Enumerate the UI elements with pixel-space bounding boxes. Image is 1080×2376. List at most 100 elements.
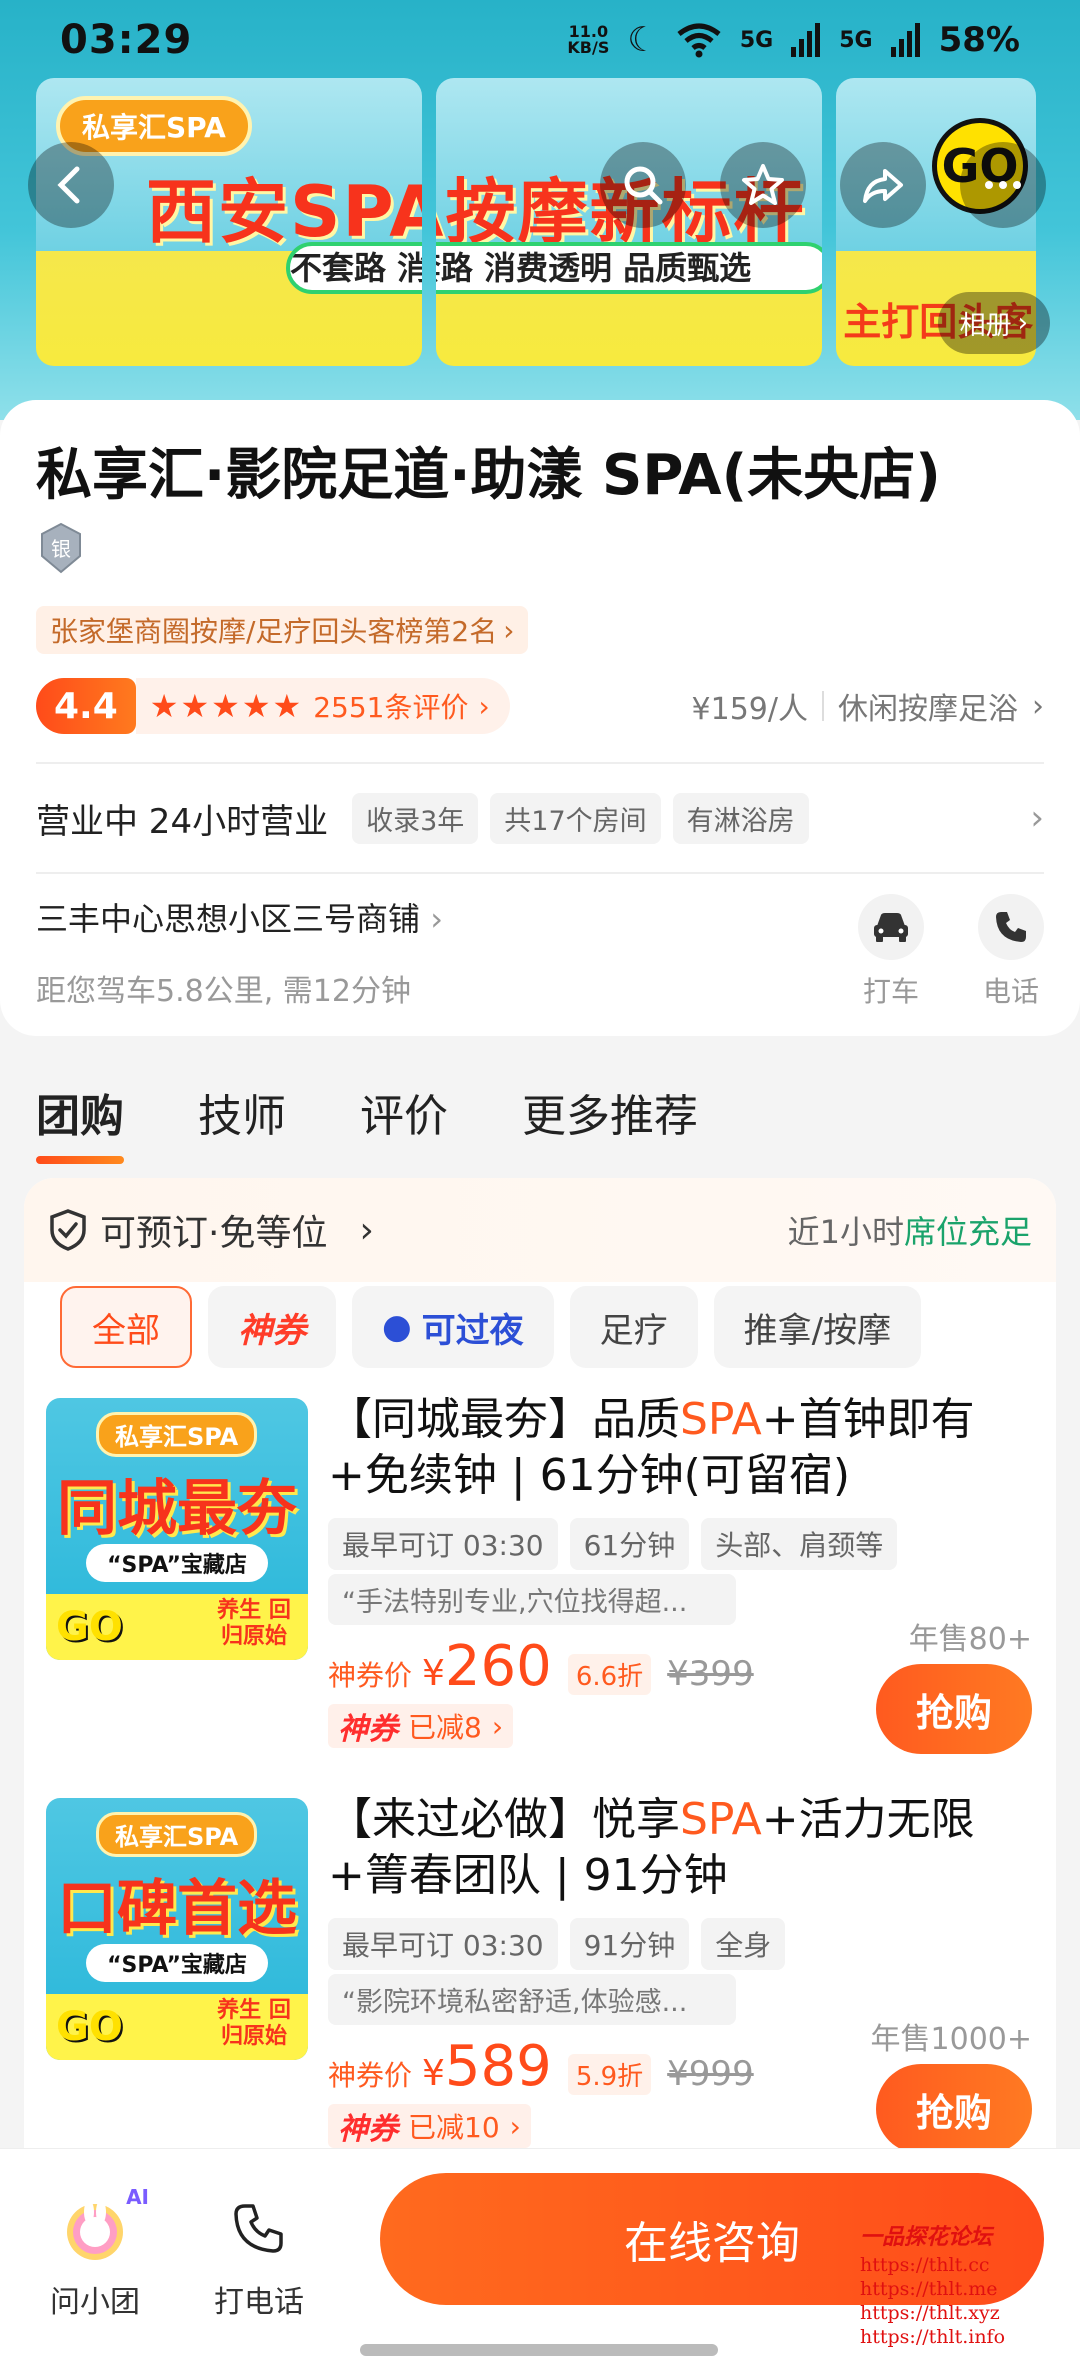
seat-availability: 近1小时席位充足 <box>787 1213 1032 1251</box>
deal-thumbnail: 私享汇SPA 同城最夯 “SPA”宝藏店 GO 养生 回归原始 <box>46 1398 308 1660</box>
buy-button[interactable]: 抢购 <box>876 2064 1032 2154</box>
business-hours-row[interactable]: 营业中 24小时营业 收录3年 共17个房间 有淋浴房 › <box>36 790 1044 846</box>
deal-title: 【同城最夯】品质SPA+首钟即有+免续钟 | 61分钟(可留宿) <box>328 1394 975 1501</box>
deal-item[interactable]: 私享汇SPA 口碑首选 “SPA”宝藏店 GO 养生 回归原始 【来过必做】悦享… <box>24 1794 1056 2178</box>
shop-address[interactable]: 三丰中心思想小区三号商铺 › <box>36 894 443 940</box>
tab-reviews[interactable]: 评价 <box>360 1080 448 1144</box>
wifi-icon <box>677 23 721 58</box>
album-label: 相册 <box>959 310 1012 341</box>
annual-sales: 年售80+ <box>908 1622 1032 1657</box>
rank-text: 张家堡商圈按摩/足疗回头客榜第2名 <box>50 615 498 648</box>
section-tabs: 团购 技师 评价 更多推荐 <box>36 1080 698 1164</box>
filter-coupon[interactable]: 神券 <box>208 1286 336 1368</box>
star-outline-icon <box>742 164 784 205</box>
divider <box>36 762 1044 764</box>
more-button[interactable] <box>960 142 1046 228</box>
silver-level-badge-icon: 银 <box>41 522 81 574</box>
deal-tag: 最早可订 03:30 <box>328 1918 558 1970</box>
tab-group-buy[interactable]: 团购 <box>36 1080 124 1164</box>
signal-5g-1: 5G <box>739 27 774 53</box>
status-time: 03:29 <box>60 17 193 63</box>
shop-title: 私享汇·影院足道·助漾 SPA(未央店) <box>36 443 941 508</box>
carousel-photo-1[interactable]: 私享汇SPA 西安SPA按摩新标杆 不套路 消费透明 品质甄选 <box>36 78 422 366</box>
level-badge-text: 银 <box>51 537 71 561</box>
review-count: 2551条评价 <box>313 691 469 724</box>
phone-label: 电话 <box>982 975 1039 1008</box>
search-icon <box>624 166 663 205</box>
star-rating-icon: ★★★★★ <box>149 687 304 725</box>
share-button[interactable] <box>840 142 926 228</box>
filter-overnight[interactable]: ● 可过夜 <box>352 1286 554 1368</box>
deal-filters: 全部 神券 ● 可过夜 足疗 推拿/按摩 <box>60 1286 922 1368</box>
tab-more-recommendations[interactable]: 更多推荐 <box>522 1080 698 1144</box>
moon-icon: ● <box>382 1307 412 1347</box>
thumb-go: GO <box>56 2004 123 2050</box>
thumb-slogan: 养生 回归原始 <box>217 1998 291 2049</box>
deal-price: 神券价 ¥260 6.6折 ¥399 <box>328 1634 754 1699</box>
chevron-right-icon: › <box>1017 308 1028 338</box>
shop-tag: 收录3年 <box>352 792 479 844</box>
filter-massage[interactable]: 推拿/按摩 <box>713 1286 922 1368</box>
shop-category: 休闲按摩足浴 <box>838 692 1018 727</box>
status-bar: 03:29 11.0 KB/S ☾ 5G 5G 58% <box>0 0 1080 80</box>
reserve-text: 可预订·免等位 <box>100 1213 328 1254</box>
thumb-slogan: 养生 回归原始 <box>217 1598 291 1649</box>
shield-check-icon <box>50 1209 86 1251</box>
chevron-left-icon <box>57 166 80 204</box>
shop-info-card: 私享汇·影院足道·助漾 SPA(未央店) 银 张家堡商圈按摩/足疗回头客榜第2名… <box>0 400 1080 1036</box>
chevron-right-icon: › <box>430 900 443 938</box>
filter-foot-massage[interactable]: 足疗 <box>569 1286 698 1368</box>
filter-all[interactable]: 全部 <box>60 1286 192 1368</box>
address-text: 三丰中心思想小区三号商铺 <box>36 900 421 938</box>
buy-button[interactable]: 抢购 <box>876 1664 1032 1754</box>
deal-tags: 最早可订 03:30 61分钟 头部、肩颈等 <box>328 1518 898 1570</box>
album-button[interactable]: 相册 › <box>937 292 1050 354</box>
deal-item[interactable]: 私享汇SPA 同城最夯 “SPA”宝藏店 GO 养生 回归原始 【同城最夯】品质… <box>24 1394 1056 1778</box>
favorite-button[interactable] <box>720 142 806 228</box>
banner-pill: 不套路 消费透明 品质甄选 <box>286 242 422 294</box>
taxi-label: 打车 <box>862 975 919 1008</box>
deal-tags: 最早可订 03:30 91分钟 全身 <box>328 1918 786 1970</box>
share-icon <box>863 169 903 203</box>
call-button[interactable]: 打电话 <box>214 2189 304 2321</box>
thumb-sub: “SPA”宝藏店 <box>86 1944 268 1982</box>
moon-icon: ☾ <box>627 20 658 60</box>
signal-5g-2: 5G <box>839 27 873 53</box>
reserve-banner[interactable]: 可预订·免等位 › 近1小时席位充足 <box>24 1178 1056 1282</box>
search-button[interactable] <box>600 142 686 228</box>
chevron-right-icon: › <box>478 689 490 723</box>
coupon-badge[interactable]: 神券 已减10 › <box>328 2104 531 2148</box>
coupon-badge[interactable]: 神券 已减8 › <box>328 1704 514 1748</box>
ask-label: 问小团 <box>50 2285 140 2320</box>
taxi-button[interactable]: 打车 <box>858 894 924 1010</box>
thumb-headline: 同城最夯 <box>57 1474 297 1544</box>
deal-price: 神券价 ¥589 5.9折 ¥999 <box>328 2034 754 2099</box>
chevron-right-icon: › <box>1030 798 1044 838</box>
distance-text: 距您驾车5.8公里, 需12分钟 <box>36 974 411 1009</box>
shop-tag: 共17个房间 <box>490 792 661 844</box>
price-category[interactable]: ¥159/人 休闲按摩足浴 › <box>692 684 1044 728</box>
back-button[interactable] <box>28 142 114 228</box>
signal-bars-icon-2 <box>890 23 920 57</box>
score-badge: 4.4 <box>36 678 136 734</box>
divider <box>822 691 824 721</box>
phone-button[interactable]: 电话 <box>978 894 1044 1010</box>
phone-icon <box>234 2204 283 2253</box>
tab-technicians[interactable]: 技师 <box>198 1080 286 1144</box>
deal-tag: 91分钟 <box>569 1918 690 1970</box>
banner-pill-2: 不套路 消费透明 品质甄选 <box>436 242 822 294</box>
rank-badge[interactable]: 张家堡商圈按摩/足疗回头客榜第2名 › <box>36 606 529 654</box>
business-status: 营业中 24小时营业 <box>36 801 329 842</box>
thumb-go: GO <box>56 1604 123 1650</box>
thumb-brand: 私享汇SPA <box>96 1412 258 1457</box>
ask-assistant-button[interactable]: AI 问小团 <box>50 2185 149 2321</box>
deal-tag: 全身 <box>701 1918 786 1970</box>
deal-tag: 头部、肩颈等 <box>701 1518 898 1570</box>
deal-review-quote: “手法特别专业,穴位找得超... <box>328 1574 736 1625</box>
annual-sales: 年售1000+ <box>870 2022 1032 2057</box>
reviews-link[interactable]: ★★★★★ 2551条评价 › <box>135 678 510 734</box>
bottom-action-bar: AI 问小团 打电话 在线咨询 一品探花论坛 https://thlt.cc h… <box>0 2148 1080 2376</box>
home-indicator[interactable] <box>360 2344 718 2356</box>
chevron-right-icon: › <box>503 613 515 647</box>
deals-card: 可预订·免等位 › 近1小时席位充足 全部 神券 ● 可过夜 足疗 推拿/按摩 … <box>24 1178 1056 2178</box>
